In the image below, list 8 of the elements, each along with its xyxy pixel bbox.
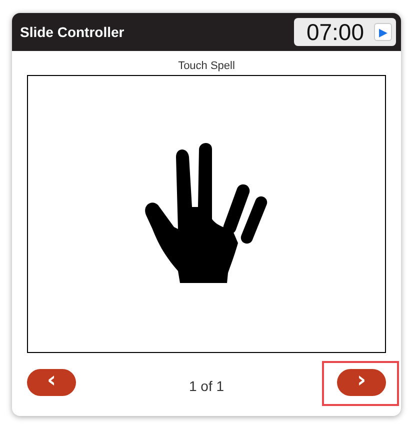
timer-text: 07:00 [306,18,364,46]
hand-icon [144,143,270,285]
slide-counter: 1 of 1 [188,378,224,394]
window-title: Slide Controller [20,24,124,40]
play-button[interactable]: ▶ [374,23,392,41]
previous-button[interactable]: ‹ [27,369,76,396]
slide-title: Touch Spell [177,60,236,72]
next-button[interactable]: › [337,369,386,396]
